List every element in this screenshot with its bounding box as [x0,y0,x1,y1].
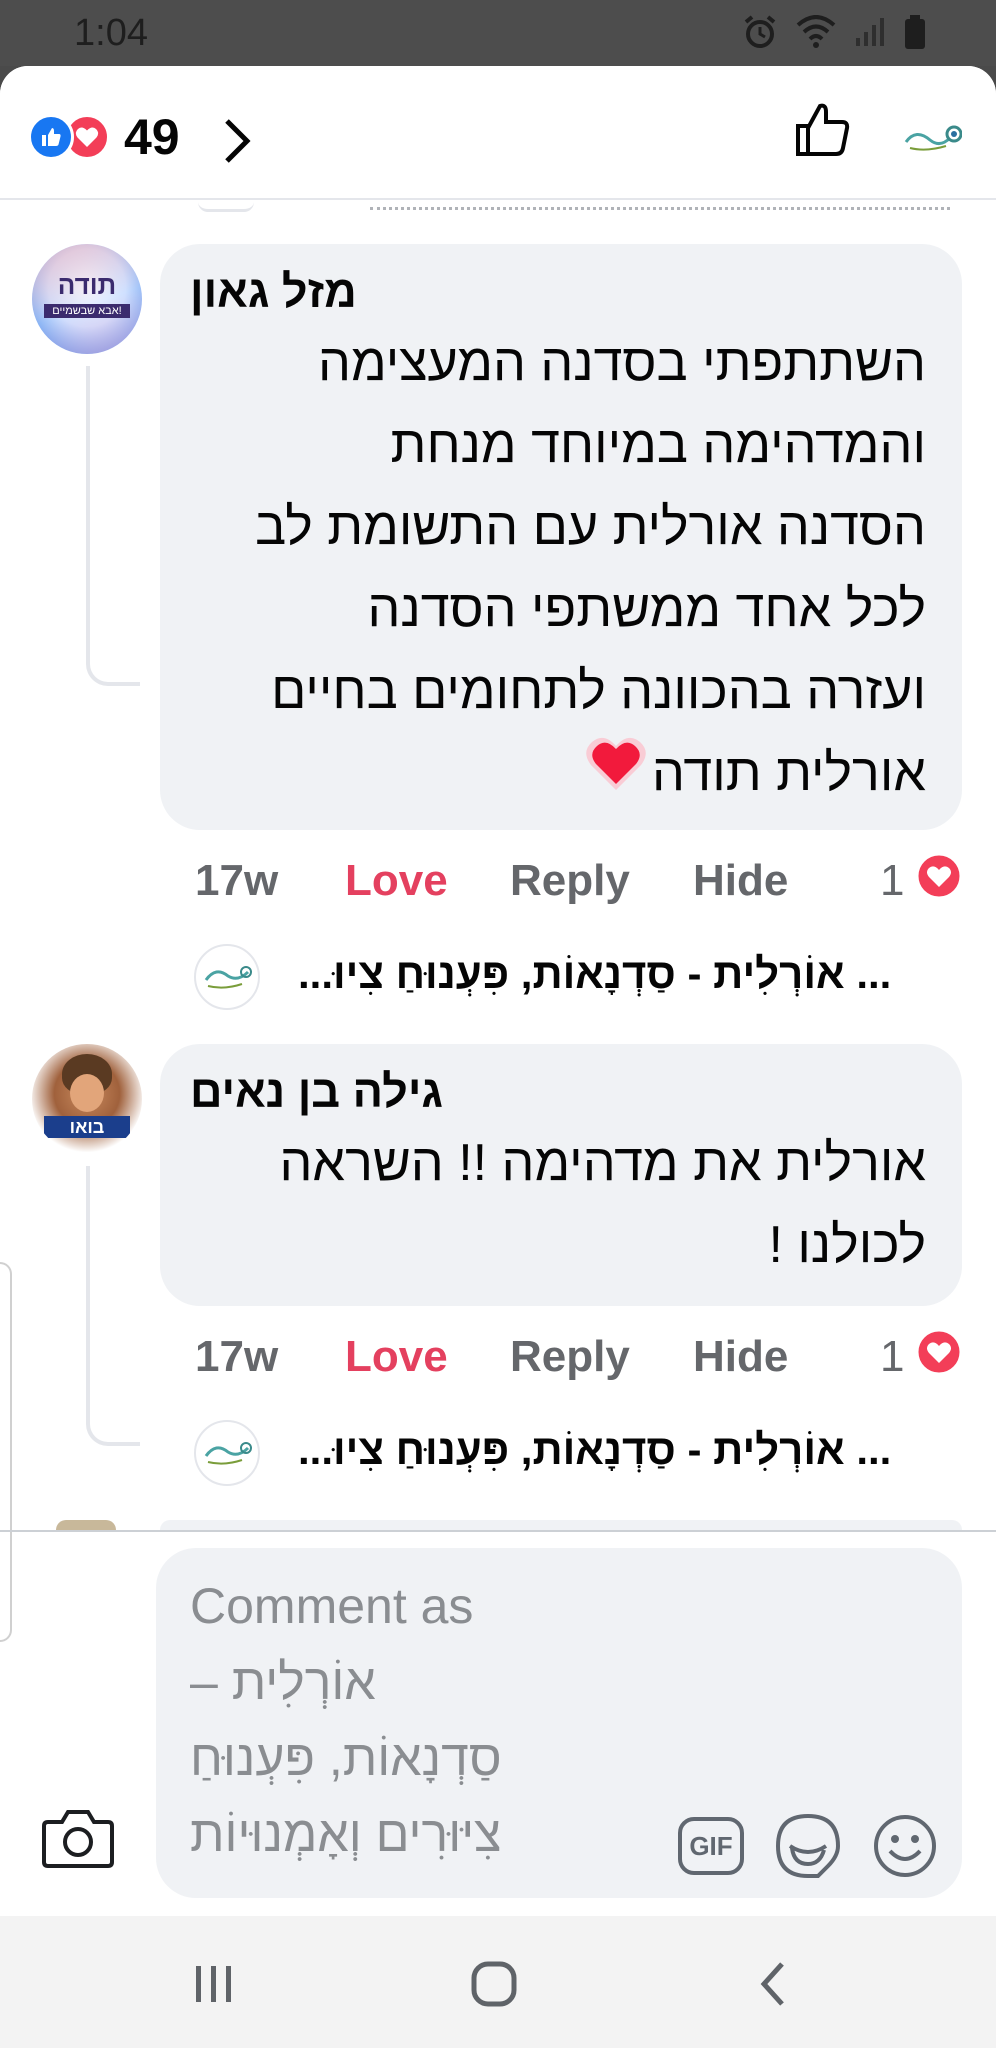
sheet-header: 49 [0,66,996,200]
next-comment-peek [0,1516,996,1530]
love-reaction-icon[interactable] [915,1328,963,1376]
back-icon[interactable] [758,1960,788,2008]
comment-line: אורלית את מדהימה !! השראה [279,1134,926,1192]
comment-line: הסדנה אורלית עם התשומת לב [255,498,926,556]
recent-apps-icon[interactable] [192,1962,236,2006]
camera-icon[interactable] [42,1806,114,1868]
reactions-summary[interactable]: 49 [28,108,180,166]
comment-placeholder: Comment as אוֹרְלִית – סַדְנָאוֹת, פִּעְ… [190,1568,610,1872]
comments-sheet: 49 תודה אבא שבשמיים! מזל גאון השתתפתי בס… [0,66,996,1916]
avatar-text: בואו [44,1116,130,1138]
avatar-subtext: אבא שבשמיים! [44,304,130,318]
comment-text: השתתפתי בסדנה המעצימה והמדהימה במיוחד מנ… [190,322,926,818]
comment-time[interactable]: 17w [195,1332,278,1382]
gif-button[interactable]: GIF [678,1817,744,1875]
love-reaction-icon[interactable] [915,852,963,900]
comment-input[interactable]: Comment as אוֹרְלִית – סַדְנָאוֹת, פִּעְ… [156,1548,962,1898]
composer-divider [0,1530,996,1532]
placeholder-line: Comment as [190,1578,474,1634]
comment-text: אורלית את מדהימה !! השראה לכולנו ! [190,1122,926,1286]
placeholder-line: אוֹרְלִית – [190,1654,376,1710]
author-name[interactable]: גילה בן נאים [190,1066,443,1118]
signal-icon [856,18,884,46]
avatar[interactable]: בואו [32,1044,142,1154]
scroll-handle[interactable] [0,1262,12,1642]
comment-actions: 17w Love Reply Hide 1 [195,852,965,916]
home-icon[interactable] [470,1960,518,2008]
like-reaction-icon [28,114,74,160]
wifi-icon [796,15,836,48]
comment-line: והמדהימה במיוחד מנחת [390,416,926,474]
comment-line: ועזרה בהכוונה לתחומים בחיים [271,662,926,720]
reply-preview-text[interactable]: ... אוֹרְלִית - סַדְנָאוֹת, פִּעְנוּחַ צ… [298,1426,996,1474]
battery-icon [905,15,925,49]
comment-line: אורלית תודה [190,732,926,818]
comment-line: לכל אחד ממשתפי הסדנה [367,580,926,638]
comment-time[interactable]: 17w [195,856,278,906]
comment-line: לכולנו ! [768,1216,927,1274]
page-logo-icon [904,125,962,151]
thread-line [86,366,140,686]
hide-button[interactable]: Hide [693,856,788,906]
chevron-right-icon[interactable] [222,116,252,166]
comment-bubble[interactable]: מזל גאון השתתפתי בסדנה המעצימה והמדהימה … [160,244,962,830]
reaction-count[interactable]: 1 [880,856,904,906]
reply-button[interactable]: Reply [510,856,630,906]
system-nav-bar [0,1916,996,2048]
page-avatar [194,1420,260,1486]
author-name[interactable]: מזל גאון [190,266,357,318]
placeholder-line: סַדְנָאוֹת, פִּעְנוּחַ [190,1730,502,1786]
status-icons [742,14,926,50]
page-avatar [194,944,260,1010]
reply-preview[interactable]: ... אוֹרְלִית - סַדְנָאוֹת, פִּעְנוּחַ צ… [194,1420,996,1486]
emoji-icon[interactable] [872,1813,938,1879]
gif-label: GIF [689,1830,733,1861]
status-time: 1:04 [74,12,148,54]
heart-emoji-icon [584,734,648,818]
placeholder-line: צִיּוּרִים וְאָמְנוּיוֹת [190,1806,502,1862]
avatar-text: תודה [57,270,117,300]
reply-preview-text[interactable]: ... אוֹרְלִית - סַדְנָאוֹת, פִּעְנוּחַ צ… [298,950,996,998]
comment-author[interactable]: גילה בן נאים [190,1066,926,1118]
reply-preview[interactable]: ... אוֹרְלִית - סַדְנָאוֹת, פִּעְנוּחַ צ… [194,944,996,1010]
alarm-icon [744,15,776,48]
composer-icons: GIF [678,1812,938,1880]
comment-line-text: אורלית תודה [652,744,926,802]
sticker-icon[interactable] [774,1812,842,1880]
comment-author[interactable]: מזל גאון [190,266,926,318]
love-button[interactable]: Love [345,856,448,906]
like-button-icon[interactable] [792,100,852,160]
comment-line: השתתפתי בסדנה המעצימה [318,334,926,392]
thread-line [86,1166,140,1446]
hide-button[interactable]: Hide [693,1332,788,1382]
comment-actions: 17w Love Reply Hide 1 [195,1328,965,1392]
comment-bubble[interactable]: גילה בן נאים אורלית את מדהימה !! השראה ל… [160,1044,962,1306]
reaction-count: 49 [124,109,180,165]
status-bar: 1:04 [0,0,996,66]
reaction-count[interactable]: 1 [880,1332,904,1382]
avatar[interactable]: תודה אבא שבשמיים! [32,244,142,354]
reply-button[interactable]: Reply [510,1332,630,1382]
love-button[interactable]: Love [345,1332,448,1382]
